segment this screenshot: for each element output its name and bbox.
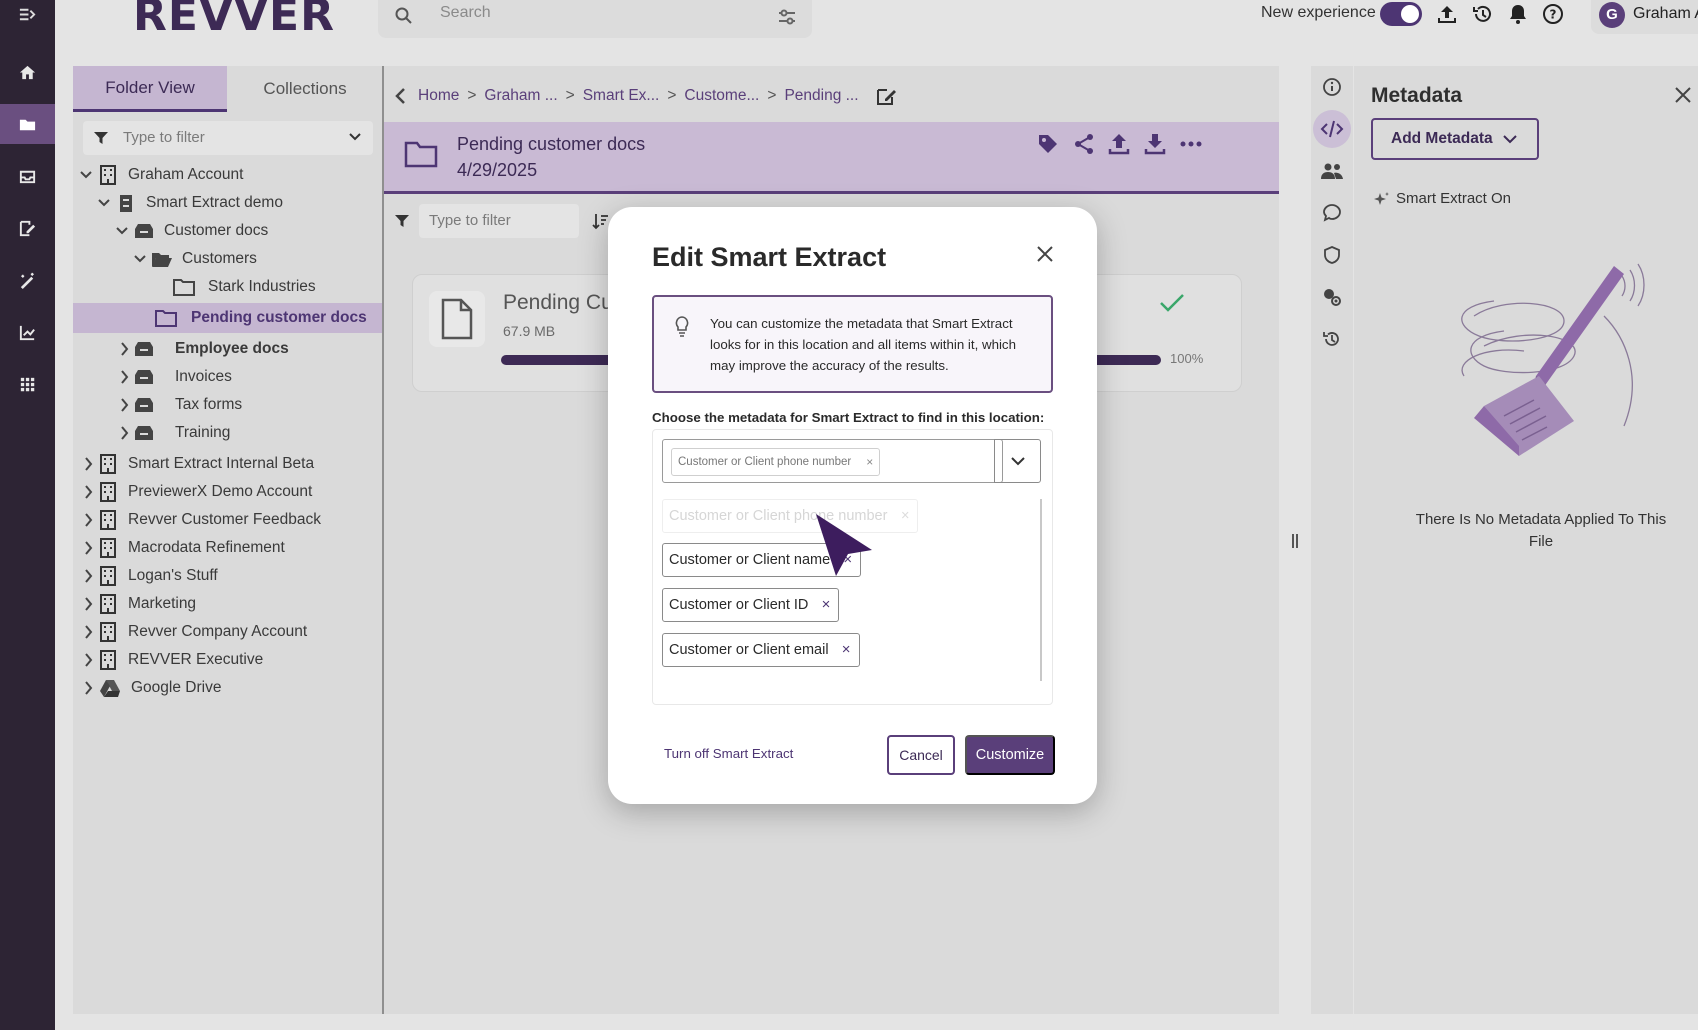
customize-button[interactable]: Customize [965, 735, 1055, 775]
info-text: You can customize the metadata that Smar… [710, 316, 1016, 373]
edit-smart-extract-dialog: Edit Smart Extract You can customize the… [608, 207, 1097, 804]
remove-chip-icon[interactable]: × [842, 634, 851, 666]
metadata-chip[interactable]: Customer or Client ID × [662, 588, 840, 622]
dragging-metadata-chip[interactable]: Customer or Client phone number × [662, 499, 919, 533]
choose-metadata-label: Choose the metadata for Smart Extract to… [652, 410, 1045, 425]
remove-chip-icon[interactable]: × [866, 449, 873, 475]
turn-off-smart-extract-link[interactable]: Turn off Smart Extract [664, 746, 793, 761]
metadata-select-input[interactable]: Customer or Client phone number × [662, 439, 1003, 483]
dialog-title: Edit Smart Extract [652, 242, 887, 272]
info-callout: You can customize the metadata that Smar… [652, 295, 1053, 393]
selected-metadata-chip[interactable]: Customer or Client phone number × [671, 448, 881, 476]
lightbulb-icon [675, 316, 689, 337]
picker-scrollbar[interactable] [1040, 499, 1042, 681]
metadata-dropdown-button[interactable] [994, 439, 1041, 483]
chevron-down-icon [1010, 457, 1025, 466]
metadata-chip[interactable]: Customer or Client email × [662, 633, 860, 667]
mouse-cursor-icon [816, 514, 872, 576]
remove-chip-icon[interactable]: × [822, 589, 831, 621]
close-icon[interactable] [1036, 245, 1054, 263]
cancel-button[interactable]: Cancel [887, 735, 955, 775]
remove-chip-icon: × [900, 508, 910, 524]
